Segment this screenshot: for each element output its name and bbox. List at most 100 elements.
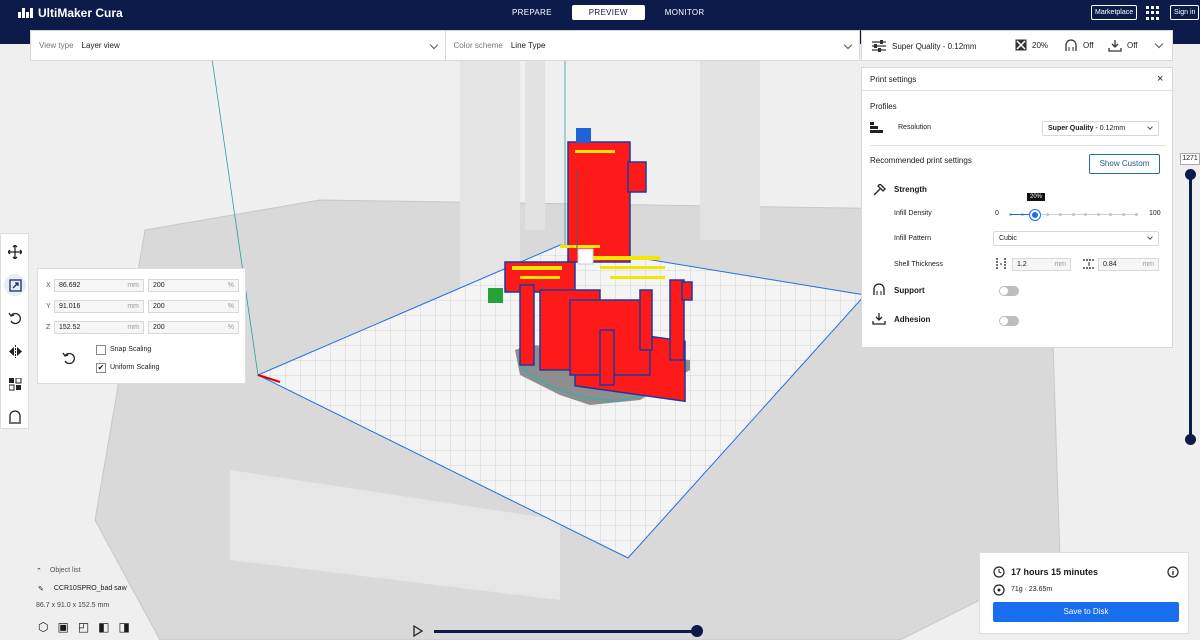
color-scheme-select[interactable]: Color scheme Line Type xyxy=(444,31,860,60)
view-type-value: Layer view xyxy=(81,41,120,50)
object-name: CCR10SPRO_bad saw xyxy=(53,585,127,592)
print-settings-header[interactable]: Super Quality - 0.12mm 20% Off Off xyxy=(861,30,1173,61)
panel-title-row: Print settings × xyxy=(862,68,1172,91)
view-type-select[interactable]: View type Layer view xyxy=(31,31,445,60)
scale-mm-value: 152.52 xyxy=(59,324,81,331)
simulation-handle xyxy=(691,625,703,637)
resolution-name: Super Quality xyxy=(1048,125,1094,132)
adhesion-toggle[interactable] xyxy=(999,316,1019,326)
scale-x-percent-input[interactable]: 200% xyxy=(148,279,239,292)
infill-tooltip: 20% xyxy=(1027,193,1046,201)
view-left-icon[interactable]: ◧ xyxy=(98,620,109,634)
wall-thickness-input[interactable]: 1.2 mm xyxy=(1012,258,1071,271)
adhesion-summary: Off xyxy=(1108,39,1138,52)
simulation-controls xyxy=(413,624,703,638)
per-model-settings-icon xyxy=(8,377,21,390)
profile-summary: Super Quality - 0.12mm xyxy=(871,39,976,53)
object-list-toggle[interactable]: ⌃ Object list xyxy=(36,567,81,575)
infill-pattern-label: Infill Pattern xyxy=(894,235,931,242)
uniform-scaling-checkbox[interactable]: ✔ xyxy=(96,363,106,373)
scale-z-percent-input[interactable]: 200% xyxy=(148,321,239,334)
app-name: UltiMaker Cura xyxy=(38,6,123,20)
top-bottom-thickness-unit: mm xyxy=(1142,261,1154,268)
view-right-icon[interactable]: ◨ xyxy=(119,620,130,634)
layer-slider-track[interactable] xyxy=(1189,174,1192,440)
move-tool[interactable] xyxy=(4,241,26,263)
scale-icon xyxy=(8,278,22,292)
resolution-dropdown[interactable]: Super Quality - 0.12mm xyxy=(1042,121,1159,136)
stage-tabs: PREPARE PREVIEW MONITOR xyxy=(500,5,716,20)
top-bottom-thickness-input[interactable]: 0.84 mm xyxy=(1098,258,1159,271)
resolution-icon xyxy=(870,122,883,133)
print-time: 17 hours 15 minutes xyxy=(1011,567,1099,577)
show-custom-button[interactable]: Show Custom xyxy=(1089,154,1160,174)
support-icon xyxy=(1065,39,1077,51)
object-list: ⌃ Object list ✎ CCR10SPRO_bad saw 86.7 x… xyxy=(36,567,236,637)
marketplace-button[interactable]: Marketplace xyxy=(1091,5,1138,20)
view-3d-icon[interactable]: ⬡ xyxy=(38,620,48,634)
rotate-icon xyxy=(8,312,21,325)
scale-percent-value: 200 xyxy=(153,324,165,331)
save-to-disk-button[interactable]: Save to Disk xyxy=(993,602,1179,622)
view-top-icon[interactable]: ◰ xyxy=(78,620,89,634)
view-front-icon[interactable]: ▣ xyxy=(57,620,68,634)
tab-monitor[interactable]: MONITOR xyxy=(653,5,717,20)
adhesion-summary-text: Off xyxy=(1127,41,1138,50)
adhesion-icon xyxy=(872,313,886,325)
layer-number[interactable]: 1271 xyxy=(1180,153,1200,165)
spool-icon xyxy=(993,584,1005,596)
unit-percent: % xyxy=(227,303,234,310)
infill-tick xyxy=(1134,213,1138,216)
axis-label: Z xyxy=(46,324,51,331)
infill-tick xyxy=(1084,213,1088,216)
infill-summary-text: 20% xyxy=(1032,40,1049,50)
scale-percent-value: 200 xyxy=(153,282,165,289)
rotate-tool[interactable] xyxy=(4,307,26,329)
hammer-icon xyxy=(873,184,886,196)
simulation-track xyxy=(434,630,696,633)
color-scheme-value: Line Type xyxy=(510,41,546,50)
scale-x-mm-input[interactable]: 86.692 mm xyxy=(54,279,144,292)
per-model-settings-tool[interactable] xyxy=(4,373,26,395)
print-estimate-panel: 17 hours 15 minutes 71g · 23.65m Save to… xyxy=(979,552,1189,634)
layer-slider-bottom-handle[interactable] xyxy=(1185,434,1196,445)
scale-z-mm-input[interactable]: 152.52 mm xyxy=(54,321,144,334)
scale-tool[interactable] xyxy=(4,274,26,296)
snap-scaling-checkbox[interactable] xyxy=(96,345,106,355)
tab-preview[interactable]: PREVIEW xyxy=(571,5,645,20)
infill-max-label: 100 xyxy=(1149,210,1161,217)
uniform-scaling-label: Uniform Scaling xyxy=(110,364,160,371)
infill-summary: 20% xyxy=(1015,39,1048,51)
scale-y-percent-input[interactable]: 200% xyxy=(148,300,239,313)
scale-y-mm-input[interactable]: 91.016 mm xyxy=(54,300,144,313)
sign-in-button[interactable]: Sign in xyxy=(1170,5,1200,20)
object-row[interactable]: ✎ CCR10SPRO_bad saw xyxy=(38,585,127,593)
layer-slider-top-handle[interactable] xyxy=(1185,169,1196,180)
top-bar: UltiMaker Cura PREPARE PREVIEW MONITOR M… xyxy=(0,0,1200,27)
support-toggle[interactable] xyxy=(999,286,1019,296)
info-icon[interactable] xyxy=(1167,566,1179,578)
infill-tick xyxy=(1096,213,1100,216)
adhesion-label: Adhesion xyxy=(894,315,931,324)
reset-scale-button[interactable] xyxy=(62,351,76,367)
support-summary: Off xyxy=(1064,39,1094,52)
infill-tick xyxy=(1046,213,1050,216)
view-type-label: View type xyxy=(39,41,74,50)
ultimaker-logo-icon xyxy=(18,8,33,18)
scale-percent-value: 200 xyxy=(153,303,165,310)
infill-pattern-dropdown[interactable]: Cubic xyxy=(993,231,1159,246)
infill-density-slider[interactable] xyxy=(1008,210,1138,220)
wall-thickness-unit: mm xyxy=(1054,261,1066,268)
axis-label: X xyxy=(46,282,51,289)
wall-thickness-value: 1.2 xyxy=(1017,261,1027,268)
scale-mm-value: 91.016 xyxy=(59,303,81,310)
infill-pattern-value: Cubic xyxy=(999,235,1017,242)
close-icon[interactable]: × xyxy=(1157,73,1163,85)
infill-handle[interactable] xyxy=(1030,210,1041,220)
mirror-tool[interactable] xyxy=(4,340,26,362)
support-blocker-tool[interactable] xyxy=(4,406,26,428)
chevron-down-icon xyxy=(1147,234,1153,240)
apps-grid-icon[interactable] xyxy=(1146,6,1160,20)
tab-prepare[interactable]: PREPARE xyxy=(500,5,564,20)
support-blocker-icon xyxy=(9,410,21,424)
